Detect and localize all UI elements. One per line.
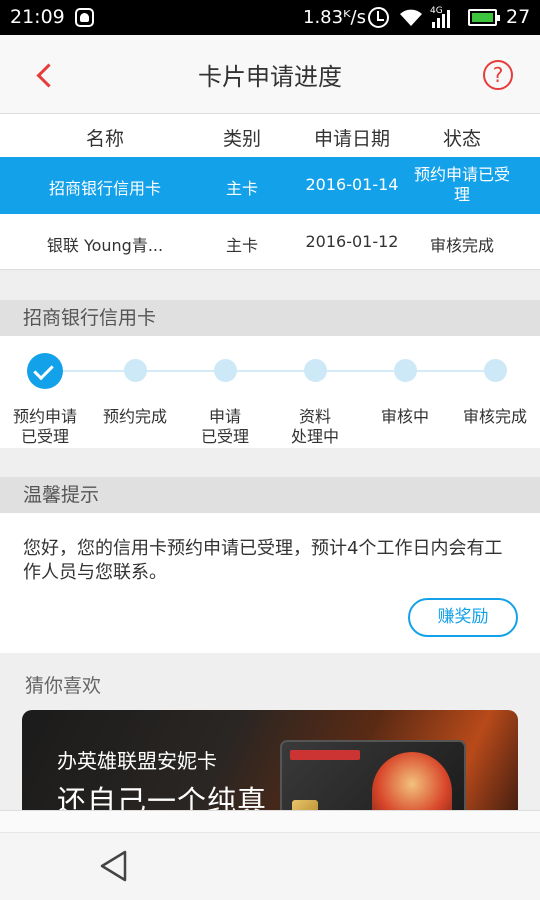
help-icon[interactable]: ?: [483, 60, 513, 90]
step-label: 申请 已受理: [200, 407, 249, 446]
system-back-icon[interactable]: [98, 849, 128, 883]
table-row-selected[interactable]: 招商银行信用卡 主卡 2016-01-14 预约申请已受理: [0, 157, 540, 214]
wifi-icon: [400, 9, 422, 26]
step-label: 审核完成: [462, 407, 527, 426]
tip-section-title: 温馨提示: [0, 477, 540, 513]
header-name: 名称: [85, 128, 124, 150]
network-speed: 1.83ᴷ/s: [303, 7, 366, 28]
recommend-title: 猜你喜欢: [25, 675, 102, 697]
header-date: 申请日期: [313, 128, 390, 150]
step-dot: [124, 359, 147, 382]
banner-line1: 办英雄联盟安妮卡: [57, 749, 217, 773]
row-type: 主卡: [225, 236, 258, 255]
row-name: 招商银行信用卡: [48, 179, 161, 198]
row-date: 2016-01-12: [305, 232, 399, 251]
recommend-section: 猜你喜欢 办英雄联盟安妮卡 还自己一个纯真: [0, 653, 540, 830]
page-title: 卡片申请进度: [198, 63, 342, 91]
header-status: 状态: [442, 128, 481, 150]
progress-section-title: 招商银行信用卡: [0, 300, 540, 336]
progress-stepper: 预约申请 已受理 预约完成 申请 已受理 资料 处理中 审核中 审核完成: [0, 336, 540, 448]
step-dot: [214, 359, 237, 382]
step-label: 资料 处理中: [290, 407, 339, 446]
row-status: 审核完成: [429, 236, 494, 255]
bank-logo: [290, 750, 360, 760]
step-label: 预约申请 已受理: [12, 407, 77, 446]
row-type: 主卡: [225, 179, 258, 198]
progress-track: [45, 370, 495, 372]
application-table: 名称 类别 申请日期 状态 招商银行信用卡 主卡 2016-01-14 预约申请…: [0, 114, 540, 270]
status-time: 21:09: [10, 6, 65, 28]
step-label: 审核中: [380, 407, 429, 426]
nav-bar: 卡片申请进度 ?: [0, 35, 540, 114]
tip-message: 您好，您的信用卡预约申请已受理，预计4个工作日内会有工作人员与您联系。: [23, 538, 503, 583]
row-name: 银联 Young青...: [46, 236, 164, 255]
footer-divider: [0, 810, 540, 832]
signal-icon: [432, 10, 450, 28]
notification-app-icon: [75, 8, 94, 27]
step-label: 预约完成: [102, 407, 167, 426]
system-nav-bar: [0, 832, 540, 900]
table-header: 名称 类别 申请日期 状态: [0, 114, 540, 157]
header-type: 类别: [222, 128, 261, 150]
row-date: 2016-01-14: [305, 175, 399, 194]
battery-level: 27: [506, 6, 531, 28]
table-row[interactable]: 银联 Young青... 主卡 2016-01-12 审核完成: [0, 214, 540, 270]
status-bar: 21:09 1.83ᴷ/s 4G 27: [0, 0, 540, 35]
tip-panel: 您好，您的信用卡预约申请已受理，预计4个工作日内会有工作人员与您联系。 赚奖励: [0, 513, 540, 653]
step-dot: [304, 359, 327, 382]
step-dot: [484, 359, 507, 382]
battery-icon: [468, 9, 500, 26]
step-dot-done: [27, 353, 63, 389]
row-status: 预约申请已受理: [413, 165, 510, 204]
step-dot: [394, 359, 417, 382]
earn-reward-button[interactable]: 赚奖励: [408, 598, 518, 637]
alarm-icon: [368, 7, 389, 28]
